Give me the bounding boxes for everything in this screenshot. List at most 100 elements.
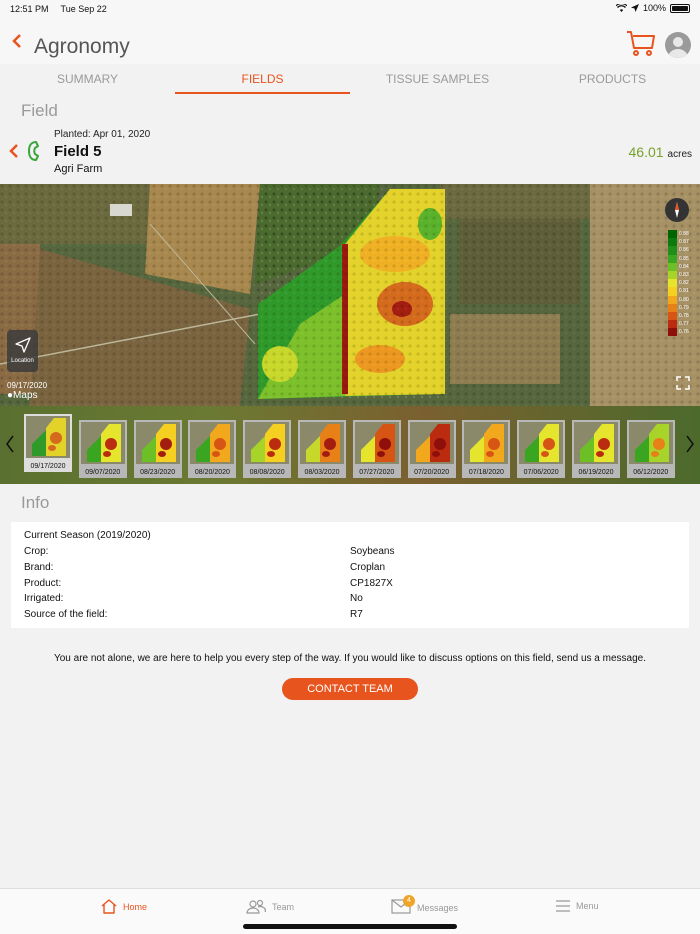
timeline-thumbnail[interactable]: 06/12/2020 [626,420,675,478]
field-section-title: Field [21,101,58,120]
team-icon [246,899,266,914]
legend-row: 0.87 [668,238,692,247]
timeline-thumbnail[interactable]: 08/08/2020 [243,420,292,478]
timeline-thumbnail[interactable]: 07/27/2020 [352,420,401,478]
acres-display: 46.01 acres [629,144,693,160]
legend-swatch [668,303,677,312]
phone-icon[interactable] [26,140,44,162]
avatar[interactable] [665,32,691,58]
legend-row: 0.76 [668,328,692,337]
legend-row: 0.82 [668,279,692,288]
nav-team-label: Team [272,901,295,912]
legend-label: 0.78 [679,312,689,319]
timeline-prev-icon[interactable] [4,434,16,454]
nav-team[interactable]: Team [246,899,294,914]
legend-swatch [668,295,677,304]
field-map[interactable]: Location 09/17/2020 ●Maps 0.88 0.87 0.86 0.… [0,184,700,406]
field-header: Planted: Apr 01, 2020 Field 5 Agri Farm … [0,124,700,182]
wifi-icon [615,4,627,12]
legend-swatch [668,254,677,263]
location-arrow-icon [630,4,639,12]
timeline-thumbnail[interactable]: 08/20/2020 [188,420,237,478]
maps-label: Maps [13,390,38,401]
legend-label: 0.86 [679,247,689,254]
ndvi-thumbnail-image [80,422,125,464]
farm-name: Agri Farm [54,163,103,175]
nav-messages[interactable]: 4 Messages [391,895,459,916]
info-section-title: Info [21,493,50,512]
page-title: Agronomy [34,35,130,58]
legend-row: 0.79 [668,303,692,312]
status-date: Tue Sep 22 [60,4,107,14]
legend-label: 0.77 [679,321,689,328]
ndvi-thumbnail-image [628,422,673,464]
crop-label: Crop: [24,546,49,557]
timeline-thumbnail[interactable]: 06/19/2020 [572,420,620,478]
map-date: 09/17/2020 [7,381,48,390]
legend-label: 0.85 [679,255,689,262]
legend-row: 0.86 [668,246,692,255]
timeline-date: 08/03/2020 [304,469,340,476]
ndvi-thumbnail-image [519,422,564,464]
timeline-date: 08/08/2020 [249,469,285,476]
timeline-next-icon[interactable] [684,434,696,454]
legend-swatch [668,311,677,321]
location-label: Location [11,358,34,364]
timeline-thumbnail[interactable]: 08/03/2020 [298,420,346,478]
brand-value: Croplan [350,562,386,573]
legend-swatch [668,230,677,239]
tab-summary[interactable]: SUMMARY [0,64,175,94]
image-timeline: 09/17/2020 09/07/2020 08/23/2020 08/20/2020… [0,406,700,484]
status-bar: 12:51 PM Tue Sep 22 100% [0,0,700,18]
nav-menu[interactable]: Menu [556,899,599,913]
nav-menu-label: Menu [576,901,599,911]
contact-team-button[interactable]: CONTACT TEAM [282,678,418,700]
timeline-date: 06/19/2020 [578,469,614,476]
fullscreen-icon[interactable] [676,376,690,390]
product-label: Product: [24,578,62,589]
timeline-thumbnail[interactable]: 07/20/2020 [407,420,456,478]
back-chevron-icon[interactable] [10,34,24,48]
location-arrow-icon [14,337,31,353]
timeline-date: 07/20/2020 [414,469,450,476]
legend-row: 0.78 [668,311,692,321]
legend-swatch [668,238,677,247]
timeline-thumbnail[interactable]: 08/23/2020 [133,420,182,478]
compass-icon[interactable] [665,198,689,222]
nav-messages-label: Messages [417,902,459,913]
irrigated-value: No [350,593,363,604]
timeline-date: 06/12/2020 [633,469,669,476]
tab-tissue-samples[interactable]: TISSUE SAMPLES [350,64,525,94]
tab-products[interactable]: PRODUCTS [525,64,700,94]
irrigated-label: Irrigated: [24,593,64,604]
legend-label: 0.80 [679,296,689,303]
legend-label: 0.81 [679,288,689,295]
timeline-thumbnail[interactable]: 07/06/2020 [517,420,566,478]
planted-label: Planted: [54,129,91,140]
legend-row: 0.80 [668,295,692,304]
battery-icon [670,3,690,13]
satellite-imagery [0,184,700,406]
location-button[interactable]: Location [7,330,38,372]
timeline-date: 09/07/2020 [85,469,121,476]
timeline-date: 08/20/2020 [194,469,230,476]
cart-icon[interactable] [626,28,656,58]
ndvi-thumbnail-image [300,422,344,464]
timeline-thumbnail[interactable]: 09/17/2020 [24,414,72,472]
planted-info: Planted: Apr 01, 2020 [54,129,150,140]
timeline-thumbnail[interactable]: 09/07/2020 [78,420,127,478]
tab-fields[interactable]: FIELDS [175,64,350,94]
timeline-date: 07/18/2020 [468,469,504,476]
timeline-date: 08/23/2020 [140,469,176,476]
legend-label: 0.87 [679,239,689,246]
field-back-chevron-icon[interactable] [8,144,20,158]
legend-row: 0.83 [668,270,692,280]
timeline-thumbnail[interactable]: 07/18/2020 [462,420,511,478]
legend-swatch [668,246,677,255]
legend-swatch [668,320,677,329]
status-time: 12:51 PM [10,4,49,14]
help-message: You are not alone, we are here to help y… [53,653,647,664]
ndvi-legend: 0.88 0.87 0.86 0.85 0.84 0.83 0.82 0.81 0.80 0.79… [668,230,692,337]
nav-home[interactable]: Home [101,899,147,914]
ndvi-thumbnail-image [354,422,399,464]
